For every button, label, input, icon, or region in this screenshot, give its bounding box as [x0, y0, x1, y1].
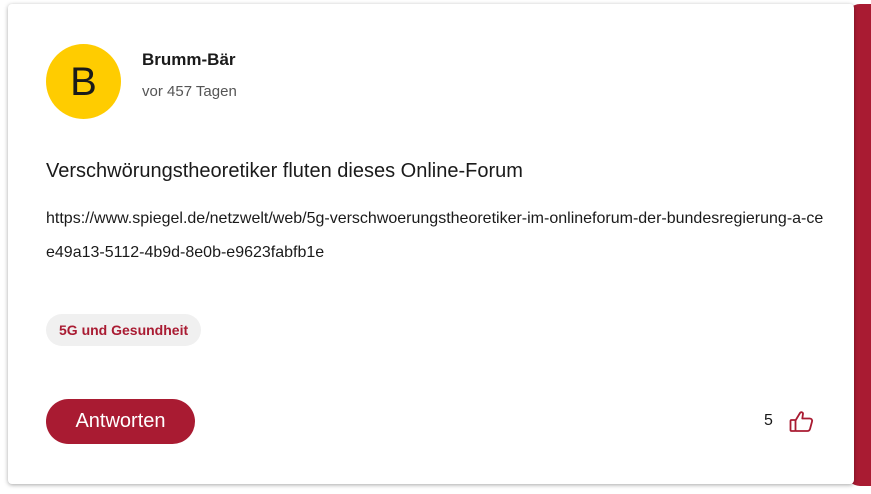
post-body[interactable]: https://www.spiegel.de/netzwelt/web/5g-v… [46, 202, 826, 270]
topic-tag[interactable]: 5G und Gesundheit [46, 314, 202, 346]
post-time: vor 457 Tagen [142, 83, 237, 100]
post-card: B Brumm-Bär vor 457 Tagen Verschwörungst… [8, 4, 854, 484]
page: B Brumm-Bär vor 457 Tagen Verschwörungst… [0, 0, 871, 494]
post-title: Verschwörungstheoretiker fluten dieses O… [46, 160, 523, 182]
avatar: B [46, 44, 121, 119]
reply-button[interactable]: Antworten [46, 399, 195, 444]
avatar-letter: B [70, 59, 97, 104]
author-name[interactable]: Brumm-Bär [142, 50, 236, 70]
thumbs-up-icon[interactable] [788, 408, 816, 436]
like-count: 5 [764, 412, 773, 429]
